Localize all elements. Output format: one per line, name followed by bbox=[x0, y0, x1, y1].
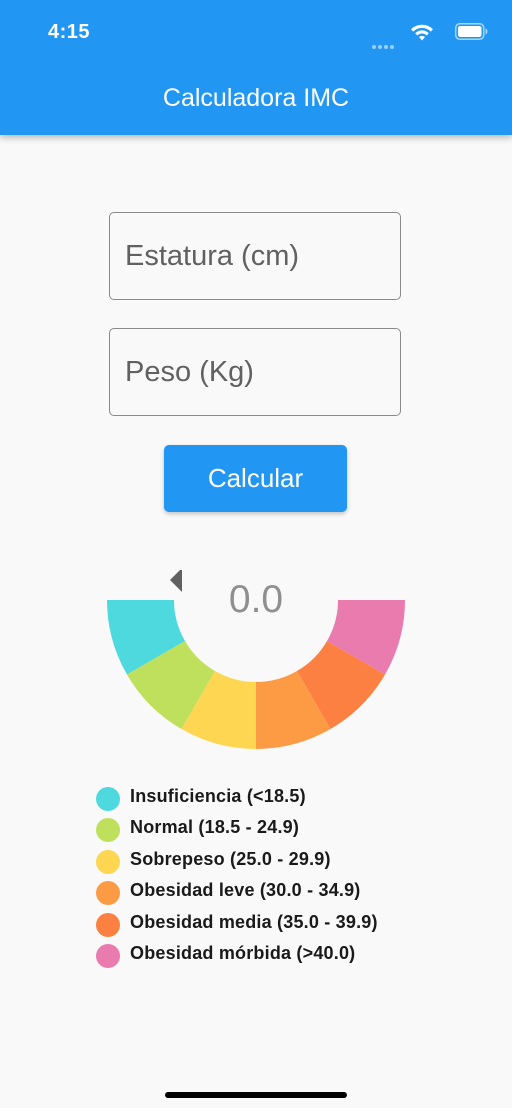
home-indicator bbox=[165, 1092, 347, 1098]
legend-label: Insuficiencia (<18.5) bbox=[130, 786, 306, 806]
legend-color-dot bbox=[96, 818, 120, 843]
weight-field[interactable] bbox=[109, 328, 401, 416]
legend-label: Sobrepeso (25.0 - 29.9) bbox=[130, 848, 331, 869]
battery-icon bbox=[455, 23, 488, 40]
app-bar: 4:15 Calculadora IMC bbox=[0, 0, 512, 135]
legend-label: Obesidad mórbida (>40.0) bbox=[130, 942, 356, 963]
cellular-signal-icon bbox=[372, 36, 396, 54]
legend-label: Obesidad leve (30.0 - 34.9) bbox=[130, 880, 361, 901]
legend-color-dot bbox=[96, 943, 120, 968]
legend-color-dot bbox=[96, 881, 120, 906]
legend-color-dot bbox=[96, 912, 120, 937]
page-title: Calculadora IMC bbox=[162, 84, 350, 112]
weight-input[interactable] bbox=[125, 329, 385, 415]
legend-color-dot bbox=[96, 849, 120, 874]
legend-label: Obesidad media (35.0 - 39.9) bbox=[130, 911, 378, 932]
wifi-icon bbox=[411, 24, 433, 41]
status-icons bbox=[358, 22, 488, 49]
bmi-value: 0.0 bbox=[228, 578, 284, 621]
legend-label: Normal (18.5 - 24.9) bbox=[130, 817, 300, 838]
height-input[interactable] bbox=[125, 213, 385, 299]
status-time: 4:15 bbox=[48, 21, 91, 43]
height-field[interactable] bbox=[109, 212, 401, 300]
legend-color-dot bbox=[96, 787, 120, 811]
calculate-button[interactable]: Calcular bbox=[164, 445, 347, 512]
